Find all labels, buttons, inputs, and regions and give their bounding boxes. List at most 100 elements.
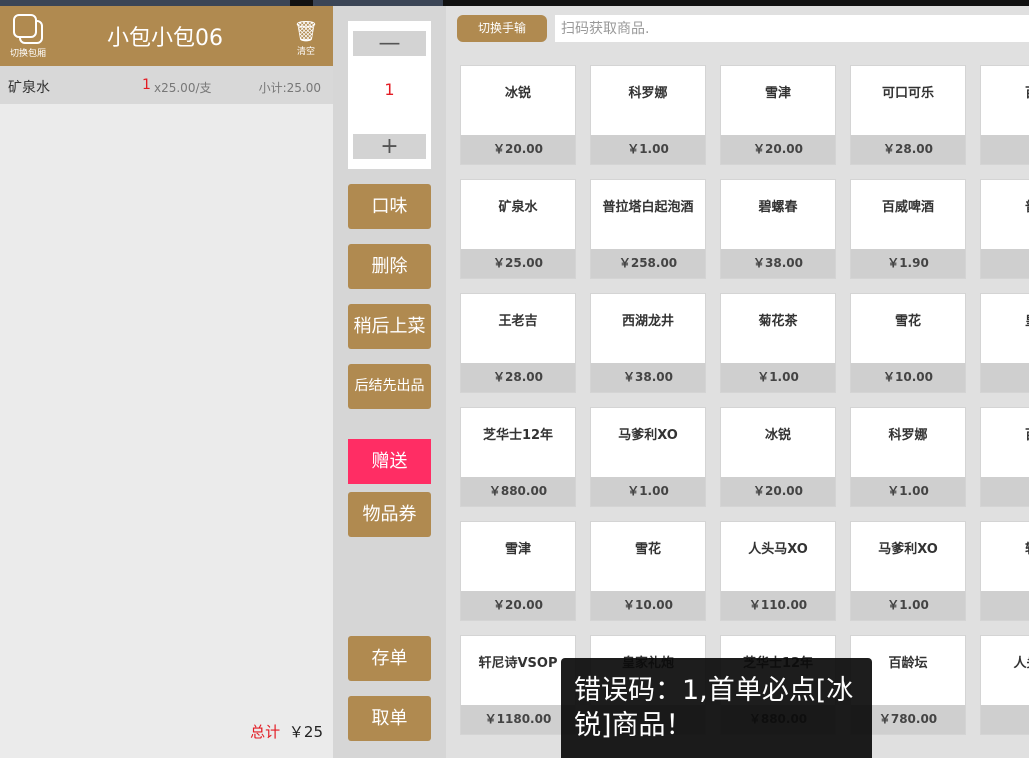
switch-room-label: 切换包厢 (9, 49, 46, 59)
product-name: 百威啤酒 (881, 200, 934, 215)
product-price: ￥2 (981, 363, 1029, 392)
product-price: ￥1.00 (591, 135, 705, 164)
increase-button[interactable]: + (353, 134, 426, 159)
gift-button[interactable]: 赠送 (348, 439, 431, 484)
order-panel: 切换包厢 小包小包06 🗑 清空 矿泉水 1 x25.00/支 小计:25.00… (0, 6, 333, 758)
product-card[interactable]: 百威 ￥ (980, 407, 1029, 507)
product-card[interactable]: 芝华士12年 ￥880.00 (460, 407, 576, 507)
product-card[interactable]: 雪津 ￥20.00 (460, 521, 576, 621)
retrieve-order-button[interactable]: 取单 (348, 696, 431, 741)
product-card[interactable]: 科罗娜 ￥1.00 (590, 65, 706, 165)
flavor-button[interactable]: 口味 (348, 184, 431, 229)
delete-button[interactable]: 删除 (348, 244, 431, 289)
product-name: 科罗娜 (888, 428, 928, 443)
product-name: 马爹利XO (878, 542, 938, 557)
product-name: 可口可乐 (881, 86, 934, 101)
product-name: 冰锐 (504, 86, 531, 101)
product-name: 轩尼 (981, 538, 1029, 557)
product-area: 切换手输 冰锐 ￥20.00 科罗娜 ￥1.00 雪津 ￥20.00 可口可乐 ￥28.00 百… (446, 6, 1029, 758)
total-amount: ￥25 (288, 723, 323, 741)
product-card[interactable]: 西湖龙井 ￥38.00 (590, 293, 706, 393)
order-item-name: 矿泉水 (8, 80, 50, 96)
product-name: 百威 (981, 424, 1029, 443)
product-card[interactable]: 冰锐 ￥20.00 (720, 407, 836, 507)
product-price: ￥10.00 (851, 363, 965, 392)
product-card[interactable]: 轩尼诗VSOP ￥1180.00 (460, 635, 576, 735)
product-price: ￥1.00 (721, 363, 835, 392)
product-card[interactable]: 普拉塔白起泡酒 ￥258.00 (590, 179, 706, 279)
product-name: 人头马X (1013, 656, 1029, 671)
order-row[interactable]: 矿泉水 1 x25.00/支 小计:25.00 (0, 66, 333, 104)
product-price: ￥ (981, 477, 1029, 506)
product-card[interactable]: 马爹利XO ￥1.00 (850, 521, 966, 621)
product-card[interactable]: 碧螺春 ￥38.00 (720, 179, 836, 279)
product-card[interactable]: 可口可乐 ￥28.00 (850, 65, 966, 165)
product-name: 普洱 (981, 196, 1029, 215)
product-card[interactable]: 百威啤酒 ￥1.90 (850, 179, 966, 279)
product-name: 冰锐 (764, 428, 791, 443)
action-column: — 1 + 口味 删除 稍后上菜 后结先出品 赠送 物品券 存单 取单 (333, 6, 446, 758)
product-price: ￥20.00 (721, 477, 835, 506)
product-price: ￥25.00 (461, 249, 575, 278)
error-toast: 错误码：1,首单必点[冰锐]商品！ (561, 658, 872, 758)
product-card[interactable]: 轩尼 ￥2 (980, 521, 1029, 621)
order-item-qty: 1 (142, 77, 151, 93)
product-card[interactable]: 皇家 ￥2 (980, 293, 1029, 393)
product-card[interactable]: 雪花 ￥10.00 (850, 293, 966, 393)
product-name: 王老吉 (498, 314, 538, 329)
product-price: ￥20.00 (461, 135, 575, 164)
product-name: 普拉塔白起泡酒 (602, 200, 694, 215)
clear-label: 清空 (296, 47, 315, 57)
product-price: ￥20.00 (721, 135, 835, 164)
product-name: 西湖龙井 (621, 314, 674, 329)
order-total: 总计 ￥25 (250, 721, 323, 742)
product-card[interactable]: 雪津 ￥20.00 (720, 65, 836, 165)
product-price: ￥1 (981, 135, 1029, 164)
order-item-unit-price: x25.00/支 (154, 81, 212, 95)
quantity-stepper: — 1 + (348, 21, 431, 169)
switch-room-button[interactable]: 切换包厢 (6, 14, 50, 59)
order-header: 切换包厢 小包小包06 🗑 清空 (0, 6, 333, 66)
product-card[interactable]: 菊花茶 ￥1.00 (720, 293, 836, 393)
product-name: 矿泉水 (498, 200, 538, 215)
product-price: ￥1 (981, 249, 1029, 278)
product-price: ￥1180.00 (461, 705, 575, 734)
save-order-button[interactable]: 存单 (348, 636, 431, 681)
product-card[interactable]: 百威 ￥1 (980, 65, 1029, 165)
product-card[interactable]: 人头马XO ￥110.00 (720, 521, 836, 621)
product-name: 菊花茶 (758, 314, 798, 329)
product-price: ￥10.00 (591, 591, 705, 620)
product-card[interactable]: 冰锐 ￥20.00 (460, 65, 576, 165)
voucher-button[interactable]: 物品券 (348, 492, 431, 537)
trash-icon: 🗑 (293, 19, 319, 43)
pay-later-first-item-button[interactable]: 后结先出品 (348, 364, 431, 409)
product-card[interactable]: 普洱 ￥1 (980, 179, 1029, 279)
product-name: 马爹利XO (618, 428, 678, 443)
product-name: 雪津 (764, 86, 791, 101)
product-price: ￥880.00 (461, 477, 575, 506)
product-name: 轩尼诗VSOP (478, 656, 558, 671)
serve-later-button[interactable]: 稍后上菜 (348, 304, 431, 349)
product-price: ￥2 (981, 591, 1029, 620)
total-label: 总计 (250, 723, 281, 741)
product-name: 雪花 (894, 314, 921, 329)
product-card[interactable]: 人头马X ￥1 (980, 635, 1029, 735)
product-name: 百威 (981, 82, 1029, 101)
product-price: ￥110.00 (721, 591, 835, 620)
product-price: ￥1.00 (851, 477, 965, 506)
product-card[interactable]: 王老吉 ￥28.00 (460, 293, 576, 393)
decrease-button[interactable]: — (353, 31, 426, 56)
product-card[interactable]: 科罗娜 ￥1.00 (850, 407, 966, 507)
scan-input[interactable] (555, 15, 1029, 42)
product-price: ￥20.00 (461, 591, 575, 620)
product-card[interactable]: 雪花 ￥10.00 (590, 521, 706, 621)
product-card[interactable]: 马爹利XO ￥1.00 (590, 407, 706, 507)
product-price: ￥38.00 (721, 249, 835, 278)
product-name: 碧螺春 (758, 200, 798, 215)
clear-button[interactable]: 🗑 清空 (291, 20, 321, 57)
product-price: ￥28.00 (851, 135, 965, 164)
product-name: 雪津 (504, 542, 531, 557)
switch-input-button[interactable]: 切换手输 (457, 15, 547, 42)
product-card[interactable]: 矿泉水 ￥25.00 (460, 179, 576, 279)
product-name: 芝华士12年 (482, 428, 554, 443)
